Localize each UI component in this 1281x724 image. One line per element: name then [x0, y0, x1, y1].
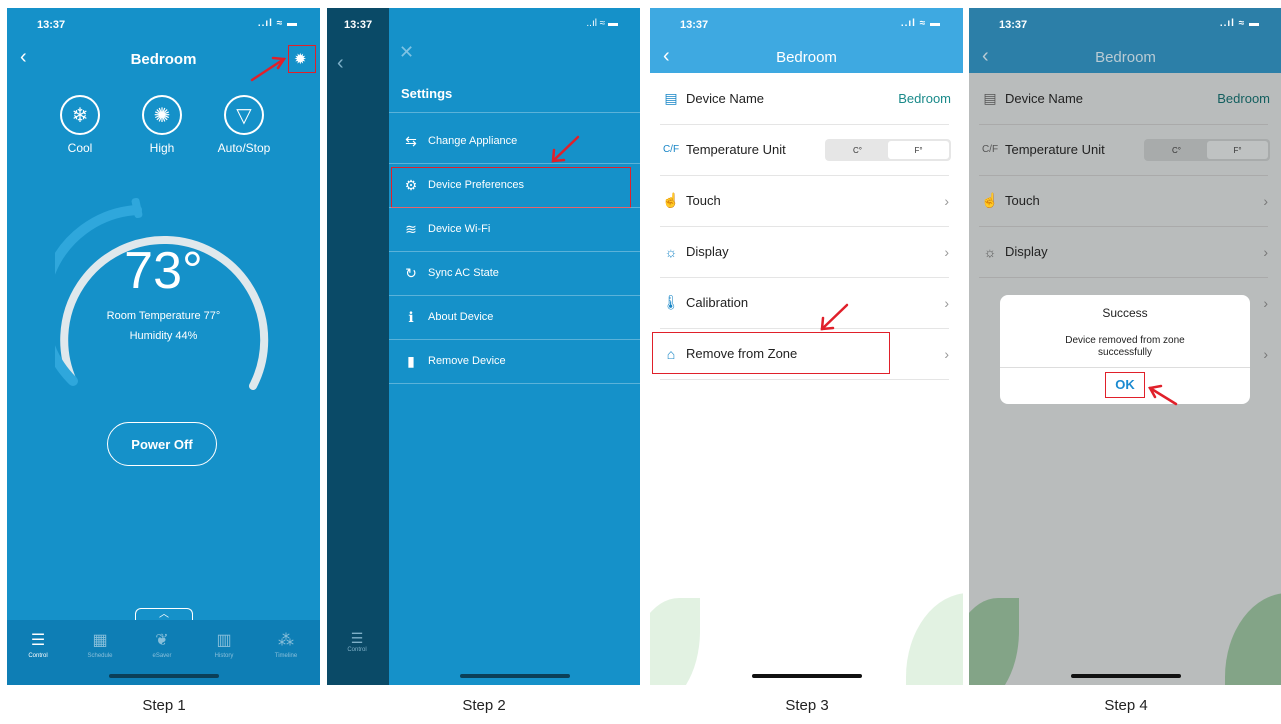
arrow [551, 135, 580, 163]
annotation-arrows [250, 56, 1178, 406]
step-label: Step 2 [462, 697, 506, 714]
step-label: Step 1 [142, 697, 186, 714]
arrow [250, 57, 286, 82]
step-label: Step 4 [1104, 697, 1148, 714]
step-label: Step 3 [785, 697, 829, 714]
arrow [820, 303, 849, 331]
